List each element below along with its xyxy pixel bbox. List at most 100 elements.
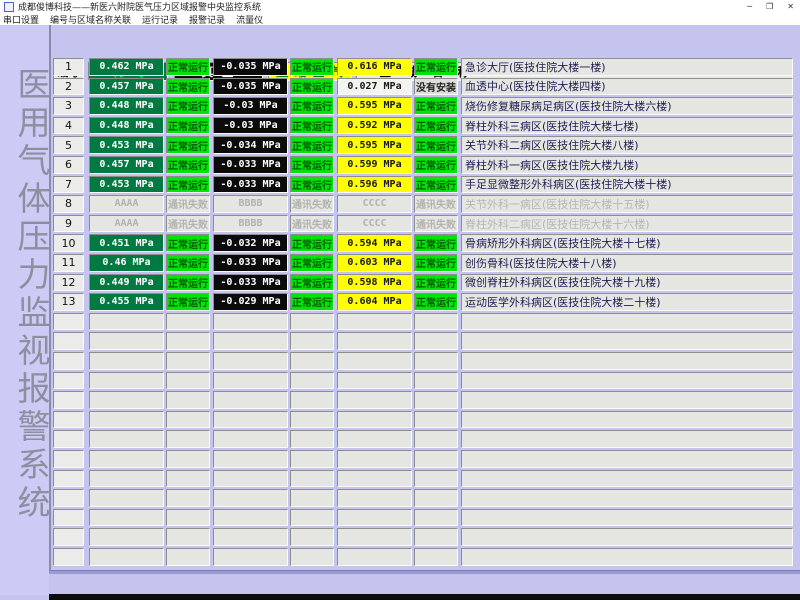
menu-flow-meter[interactable]: 流量仪 [236,13,263,26]
row-5-vacuum-value: -0.034 MPa [213,136,288,154]
row-9-oxygen-status: 通讯失败 [166,215,210,233]
row-8-air-value: CCCC [337,195,412,213]
row-7-oxygen-status: 正常运行 [166,176,210,194]
empty-row-2-air-status [414,332,458,350]
empty-row-1-vacuum-status [290,313,334,331]
empty-row-5-area-name [461,391,793,409]
row-12-air-value: 0.598 MPa [337,274,412,292]
empty-row-3-oxygen-status [166,352,210,370]
row-11-air-status: 正常运行 [414,254,458,272]
maximize-button[interactable]: ❐ [766,0,773,13]
row-1-id: 1 [53,58,84,76]
empty-row-1-oxygen-value [89,313,164,331]
empty-row-3-area-name [461,352,793,370]
menu-bar: 串口设置 编号与区域名称关联 运行记录 报警记录 流量仪 [0,13,800,25]
empty-row-11-air-value [337,509,412,527]
row-10-id: 10 [53,234,84,252]
empty-row-3-vacuum-status [290,352,334,370]
row-2-vacuum-value: -0.035 MPa [213,78,288,96]
row-3-oxygen-status: 正常运行 [166,97,210,115]
empty-row-4-id [53,372,84,390]
empty-row-6-air-value [337,411,412,429]
row-13-air-value: 0.604 MPa [337,293,412,311]
row-13-vacuum-status: 正常运行 [290,293,334,311]
empty-row-8-vacuum-status [290,450,334,468]
empty-row-10-oxygen-value [89,489,164,507]
app-icon [4,2,14,12]
empty-row-4-air-value [337,372,412,390]
close-button[interactable]: ✕ [787,0,794,13]
app-window: 成都俊博科技——新医六附院医气压力区域报警中央监控系统 ─ ❐ ✕ 串口设置 编… [0,0,800,600]
menu-run-log[interactable]: 运行记录 [142,13,178,26]
row-7-area-name: 手足显微整形外科病区(医技住院大楼十楼) [461,176,793,194]
empty-row-12-id [53,528,84,546]
row-6-vacuum-status: 正常运行 [290,156,334,174]
empty-row-13-vacuum-status [290,548,334,566]
empty-row-6-vacuum-value [213,411,288,429]
empty-row-6-vacuum-status [290,411,334,429]
empty-row-10-area-name [461,489,793,507]
empty-row-6-id [53,411,84,429]
table-bottom-divider [49,570,800,574]
empty-row-12-air-value [337,528,412,546]
empty-row-8-oxygen-status [166,450,210,468]
row-1-vacuum-status: 正常运行 [290,58,334,76]
minimize-button[interactable]: ─ [747,0,752,13]
empty-row-13-air-status [414,548,458,566]
empty-row-13-area-name [461,548,793,566]
empty-row-9-air-status [414,470,458,488]
empty-row-5-vacuum-value [213,391,288,409]
menu-alarm-log[interactable]: 报警记录 [189,13,225,26]
empty-row-5-air-status [414,391,458,409]
empty-row-5-id [53,391,84,409]
row-7-vacuum-value: -0.033 MPa [213,176,288,194]
row-8-air-status: 通讯失败 [414,195,458,213]
menu-serial-settings[interactable]: 串口设置 [3,13,39,26]
empty-row-11-vacuum-status [290,509,334,527]
row-11-area-name: 创伤骨科(医技住院大楼十八楼) [461,254,793,272]
empty-row-12-area-name [461,528,793,546]
row-7-oxygen-value: 0.453 MPa [89,176,164,194]
row-6-air-value: 0.599 MPa [337,156,412,174]
empty-row-3-air-value [337,352,412,370]
empty-row-6-area-name [461,411,793,429]
bottom-edge [49,594,800,600]
row-10-oxygen-value: 0.451 MPa [89,234,164,252]
row-2-vacuum-status: 正常运行 [290,78,334,96]
empty-row-12-vacuum-value [213,528,288,546]
row-4-air-status: 正常运行 [414,117,458,135]
menu-id-area-mapping[interactable]: 编号与区域名称关联 [50,13,131,26]
empty-row-4-area-name [461,372,793,390]
row-13-area-name: 运动医学外科病区(医技住院大楼二十楼) [461,293,793,311]
row-7-id: 7 [53,176,84,194]
row-4-air-value: 0.592 MPa [337,117,412,135]
row-3-air-status: 正常运行 [414,97,458,115]
row-5-id: 5 [53,136,84,154]
empty-row-7-oxygen-value [89,430,164,448]
empty-row-4-vacuum-status [290,372,334,390]
row-7-air-status: 正常运行 [414,176,458,194]
empty-row-4-oxygen-value [89,372,164,390]
empty-row-4-oxygen-status [166,372,210,390]
empty-row-9-id [53,470,84,488]
empty-row-7-vacuum-value [213,430,288,448]
row-9-area-name: 脊柱外科二病区(医技住院大楼十六楼) [461,215,793,233]
row-6-oxygen-status: 正常运行 [166,156,210,174]
window-title: 成都俊博科技——新医六附院医气压力区域报警中央监控系统 [18,0,261,13]
row-9-id: 9 [53,215,84,233]
empty-row-3-vacuum-value [213,352,288,370]
row-8-id: 8 [53,195,84,213]
row-4-vacuum-status: 正常运行 [290,117,334,135]
row-6-air-status: 正常运行 [414,156,458,174]
row-6-oxygen-value: 0.457 MPa [89,156,164,174]
row-9-air-value: CCCC [337,215,412,233]
row-11-vacuum-value: -0.033 MPa [213,254,288,272]
empty-row-10-oxygen-status [166,489,210,507]
empty-row-8-id [53,450,84,468]
title-bar: 成都俊博科技——新医六附院医气压力区域报警中央监控系统 ─ ❐ ✕ [0,0,800,13]
empty-row-2-air-value [337,332,412,350]
row-12-vacuum-value: -0.033 MPa [213,274,288,292]
row-7-air-value: 0.596 MPa [337,176,412,194]
empty-row-9-vacuum-value [213,470,288,488]
row-11-oxygen-value: 0.46 MPa [89,254,164,272]
